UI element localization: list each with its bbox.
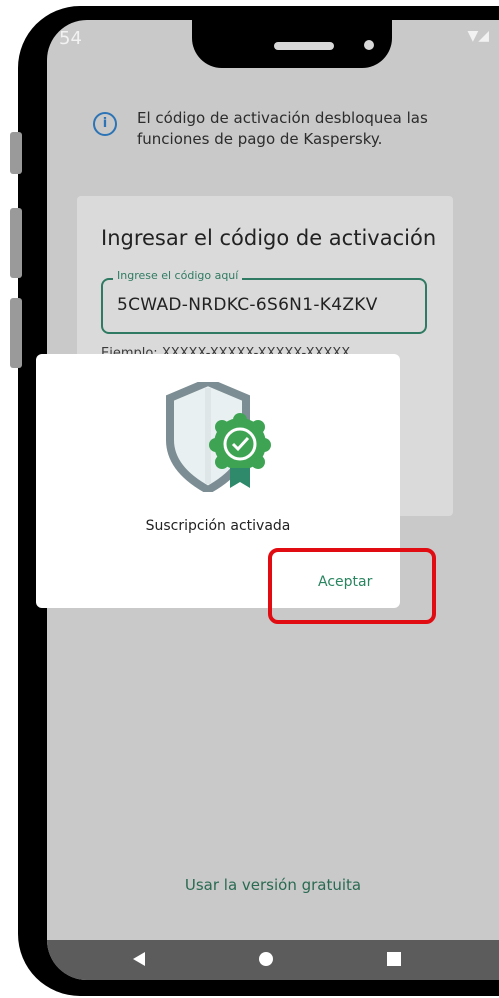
field-label: Ingrese el código aquí [113, 269, 243, 282]
phone-side-button [10, 298, 22, 368]
shield-badge-icon [166, 382, 271, 492]
phone-side-button [10, 208, 22, 278]
info-icon: i [93, 112, 117, 136]
activation-code-field[interactable]: Ingrese el código aquí 5CWAD-NRDKC-6S6N1… [101, 269, 427, 334]
camera-notch [192, 20, 392, 68]
camera-icon [364, 40, 374, 50]
info-text: El código de activación desbloquea las f… [137, 109, 428, 148]
navigation-bar [47, 940, 499, 980]
highlight-box [268, 548, 436, 624]
field-value: 5CWAD-NRDKC-6S6N1-K4ZKV [117, 295, 378, 315]
phone-side-button [10, 132, 22, 174]
home-icon[interactable] [259, 952, 273, 966]
status-time: 54 [59, 28, 82, 49]
dialog-message: Suscripción activada [145, 518, 291, 534]
speaker-grille [274, 42, 334, 50]
back-icon[interactable] [133, 952, 145, 966]
free-version-link[interactable]: Usar la versión gratuita [47, 876, 499, 894]
recents-icon[interactable] [387, 952, 401, 966]
activation-title: Ingresar el código de activación [101, 226, 437, 250]
status-icons: ▼◢ [467, 28, 489, 44]
